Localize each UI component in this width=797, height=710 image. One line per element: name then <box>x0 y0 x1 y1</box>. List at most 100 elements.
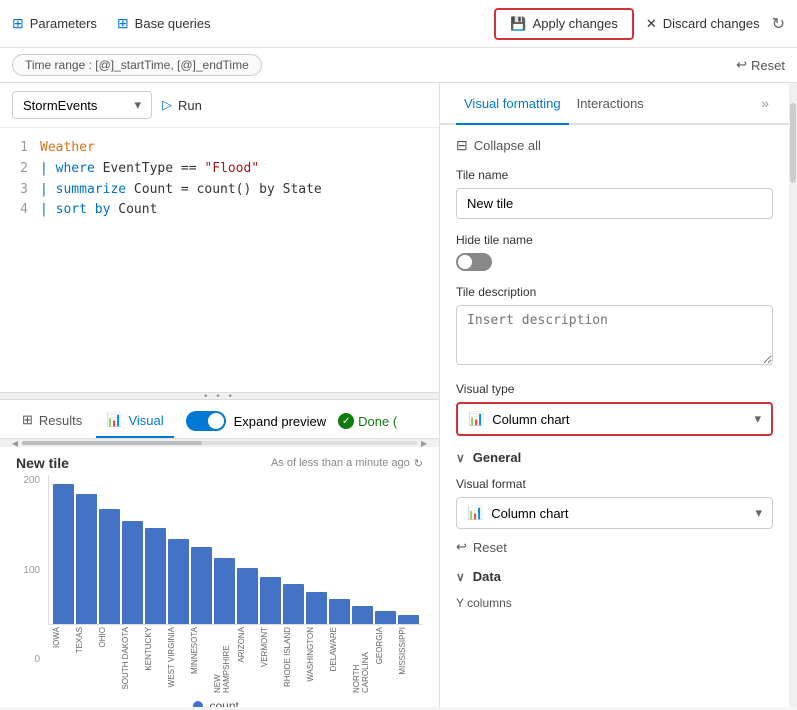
done-icon: ✓ <box>338 413 354 429</box>
reset-button[interactable]: ↩ Reset <box>736 57 785 73</box>
done-status: ✓ Done ( <box>338 413 397 429</box>
reset-label: Reset <box>751 58 785 73</box>
drag-handle[interactable]: • • • <box>0 392 439 400</box>
chart-bar[interactable] <box>76 494 97 624</box>
chart-bar[interactable] <box>145 528 166 624</box>
hide-tile-toggle[interactable] <box>456 253 492 271</box>
refresh-chart-icon[interactable]: ↻ <box>414 457 423 470</box>
bars-inner <box>48 475 423 625</box>
scroll-thumb <box>22 441 202 445</box>
data-section-header[interactable]: ∨ Data <box>456 569 773 584</box>
chart-container: 200 100 0 IOWATEXASOHIOSOUTH DAKOTAKENTU… <box>16 475 423 695</box>
general-label: General <box>473 450 521 465</box>
tile-name-group: Tile name <box>456 168 773 219</box>
chart-bar[interactable] <box>191 547 212 624</box>
chart-bar[interactable] <box>237 568 258 624</box>
discard-icon: ✕ <box>646 16 657 32</box>
chart-bar[interactable] <box>352 606 373 624</box>
run-button[interactable]: ▷ Run <box>162 97 202 113</box>
base-queries-item[interactable]: ⊞ Base queries <box>117 15 211 32</box>
left-panel: StormEvents ▾ ▷ Run 1 Weather 2 | where … <box>0 83 440 707</box>
tile-name-label: Tile name <box>456 168 773 182</box>
tab-interactions[interactable]: Interactions <box>569 84 652 125</box>
x-axis-label: SOUTH DAKOTA <box>121 627 142 690</box>
tab-results[interactable]: ⊞ Results <box>12 404 92 438</box>
discard-changes-button[interactable]: ✕ Discard changes <box>646 16 760 32</box>
x-axis-label: DELAWARE <box>329 627 350 671</box>
visual-type-value: Column chart <box>492 412 569 427</box>
toggle-switch[interactable] <box>186 411 226 431</box>
chart-bar[interactable] <box>53 484 74 624</box>
general-section-header[interactable]: ∨ General <box>456 450 773 465</box>
collapse-all-button[interactable]: ⊟ Collapse all <box>456 137 541 154</box>
apply-changes-button[interactable]: 💾 Apply changes <box>494 8 633 40</box>
refresh-button[interactable]: ↻ <box>772 14 785 34</box>
chart-bar[interactable] <box>122 521 143 624</box>
y-label-100: 100 <box>23 565 40 576</box>
visual-type-select[interactable]: 📊 Column chart ▾ <box>456 402 773 436</box>
chart-bar[interactable] <box>398 615 419 624</box>
chart-bar[interactable] <box>214 558 235 624</box>
right-panel-expand-icon[interactable]: » <box>757 83 773 123</box>
parameters-item[interactable]: ⊞ Parameters <box>12 15 97 32</box>
visual-formatting-label: Visual formatting <box>464 96 561 111</box>
code-editor[interactable]: 1 Weather 2 | where EventType == "Flood"… <box>0 128 439 392</box>
x-axis-label: OHIO <box>98 627 119 647</box>
x-axis-label: WEST VIRGINIA <box>167 627 188 687</box>
code-line-2: 2 | where EventType == "Flood" <box>12 159 427 180</box>
expand-preview-toggle[interactable]: Expand preview <box>186 411 327 431</box>
chart-bar[interactable] <box>329 599 350 624</box>
chart-title: New tile <box>16 455 69 471</box>
chart-bar[interactable] <box>375 611 396 624</box>
vertical-scrollbar[interactable] <box>789 83 797 707</box>
visual-format-label: Visual format <box>456 477 773 491</box>
tile-description-input[interactable] <box>456 305 773 365</box>
chart-title-row: New tile As of less than a minute ago ↻ <box>16 455 423 471</box>
chart-bar[interactable] <box>168 539 189 624</box>
database-name: StormEvents <box>23 98 97 113</box>
chart-area: New tile As of less than a minute ago ↻ … <box>0 447 439 707</box>
time-range-pill[interactable]: Time range : [@]_startTime, [@]_endTime <box>12 54 262 76</box>
reset-icon: ↩ <box>736 57 747 73</box>
y-axis: 200 100 0 <box>16 475 40 695</box>
apply-icon: 💾 <box>510 16 526 32</box>
visual-label: Visual <box>128 413 163 428</box>
code-line-3: 3 | summarize Count = count() by State <box>12 180 427 201</box>
code-line-1: 1 Weather <box>12 138 427 159</box>
horizontal-scrollbar[interactable]: ◂ ▸ <box>0 439 439 447</box>
visual-icon: 📊 <box>106 412 122 428</box>
interactions-label: Interactions <box>577 96 644 111</box>
top-bar: ⊞ Parameters ⊞ Base queries 💾 Apply chan… <box>0 0 797 48</box>
bars-area: IOWATEXASOHIOSOUTH DAKOTAKENTUCKYWEST VI… <box>48 475 423 695</box>
tile-name-input[interactable] <box>456 188 773 219</box>
chart-bar[interactable] <box>260 577 281 624</box>
visual-format-icon: 📊 <box>467 505 483 521</box>
data-label: Data <box>473 569 501 584</box>
visual-format-reset-button[interactable]: ↩ Reset <box>456 539 507 555</box>
base-queries-label: Base queries <box>135 16 211 31</box>
visual-type-icon: 📊 <box>468 411 484 427</box>
x-axis-label: ARIZONA <box>237 627 258 663</box>
x-axis-label: WASHINGTON <box>306 627 327 682</box>
tab-visual-formatting[interactable]: Visual formatting <box>456 84 569 125</box>
time-range-bar: Time range : [@]_startTime, [@]_endTime … <box>0 48 797 83</box>
collapse-all-label: Collapse all <box>474 138 541 153</box>
tab-visual[interactable]: 📊 Visual <box>96 404 173 438</box>
chart-bar[interactable] <box>283 584 304 624</box>
database-select[interactable]: StormEvents ▾ <box>12 91 152 119</box>
discard-label: Discard changes <box>663 16 760 31</box>
chart-bar[interactable] <box>306 592 327 624</box>
results-icon: ⊞ <box>22 412 33 428</box>
results-label: Results <box>39 413 82 428</box>
visual-format-value: Column chart <box>491 506 568 521</box>
chart-legend: count_ <box>16 699 423 707</box>
reset-small-icon: ↩ <box>456 539 467 555</box>
apply-label: Apply changes <box>533 16 618 31</box>
data-chevron-icon: ∨ <box>456 570 465 584</box>
main-area: StormEvents ▾ ▷ Run 1 Weather 2 | where … <box>0 83 797 707</box>
right-content: ⊟ Collapse all Tile name Hide tile name <box>440 125 789 707</box>
chart-bar[interactable] <box>99 509 120 624</box>
visual-format-select[interactable]: 📊 Column chart ▾ <box>456 497 773 529</box>
chevron-down-icon: ▾ <box>134 97 141 113</box>
chart-time-label: As of less than a minute ago <box>271 457 410 469</box>
